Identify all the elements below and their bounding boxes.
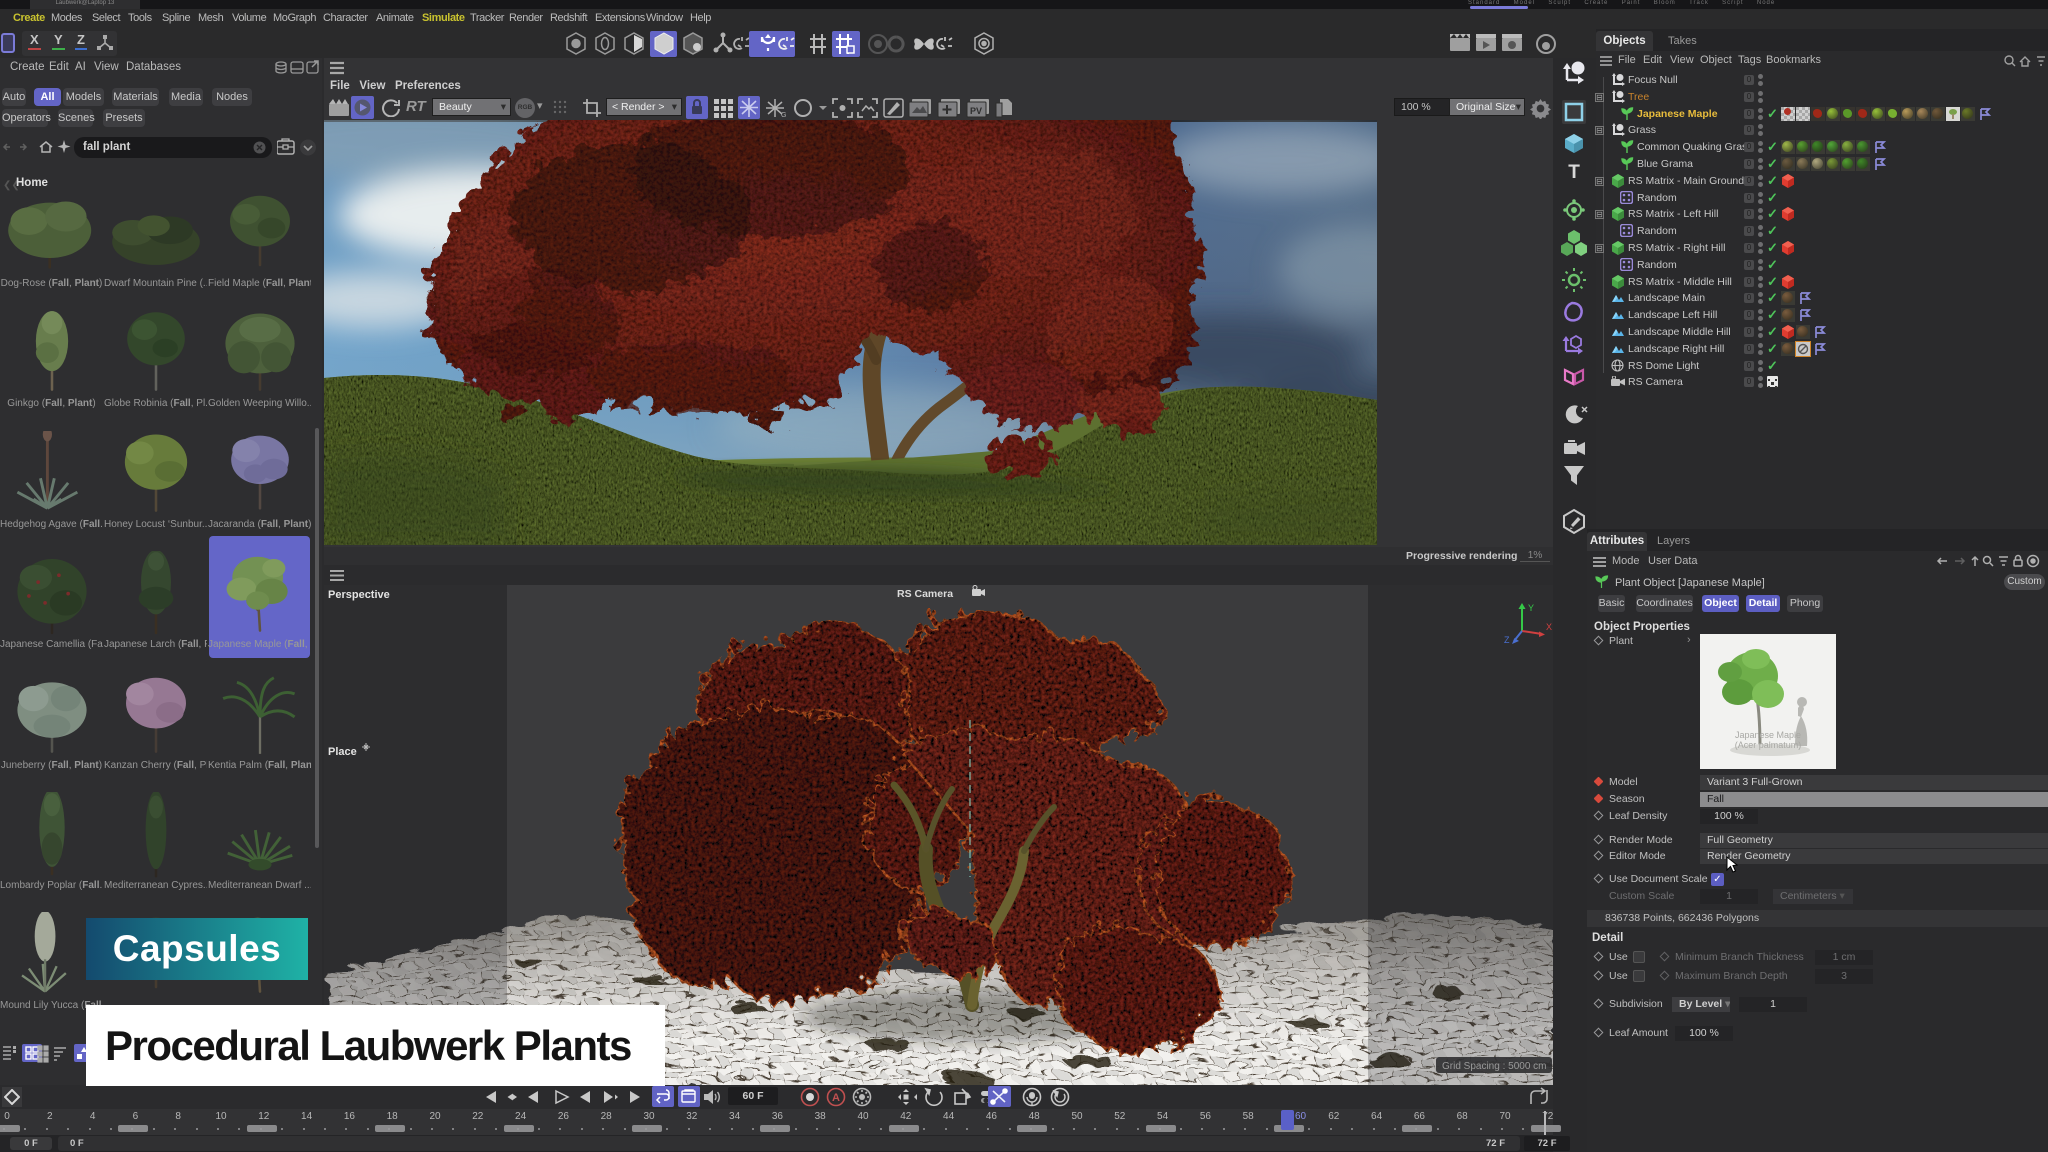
svg-text:Grid Spacing : 5000 cm: Grid Spacing : 5000 cm [1442,1061,1547,1072]
svg-text:G: G [781,112,786,118]
svg-text:Place: Place [328,746,357,758]
svg-text:Japanese Maple: Japanese Maple [1735,730,1801,740]
svg-text:(Acer palmatum): (Acer palmatum) [1735,740,1802,750]
svg-text:Y: Y [1528,603,1534,613]
svg-text:PV: PV [970,106,982,116]
svg-text:RS Camera: RS Camera [897,588,953,600]
svg-text:T: T [1568,162,1580,183]
svg-text:X: X [1546,622,1552,632]
svg-text:Perspective: Perspective [328,589,390,601]
svg-text:Z: Z [1504,635,1510,645]
svg-text:A: A [832,1092,840,1104]
